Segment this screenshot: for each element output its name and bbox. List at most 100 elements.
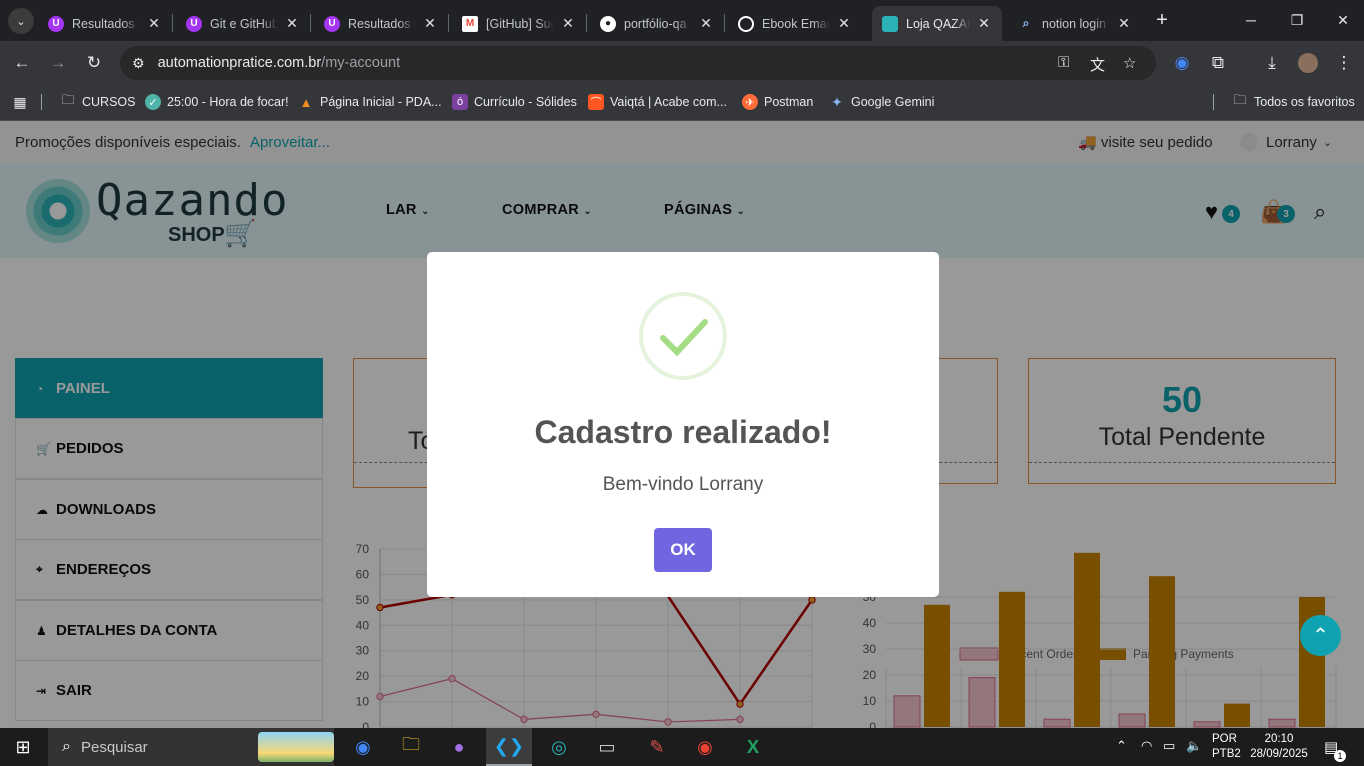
- minimize-button[interactable]: ─: [1236, 8, 1266, 32]
- excel-icon[interactable]: X: [730, 728, 776, 766]
- dialog-title: Cadastro realizado!: [534, 414, 832, 450]
- browser-toolbar: ← → ↻ ⚙ automationpratice.com.br/my-acco…: [0, 41, 1364, 84]
- time: 20:10: [1264, 733, 1294, 745]
- tab-3[interactable]: U Resultados d ✕: [314, 6, 448, 41]
- extension-shazam-icon[interactable]: ◉: [1168, 49, 1196, 77]
- github-icon: ●: [600, 15, 616, 32]
- close-icon[interactable]: ✕: [976, 15, 992, 32]
- windows-taskbar: ⊞ ⌕ Pesquisar ◉ 🗀 ● ❮❯ ◎ ▭ ✎ ◉ X ⌃ ◠ ▭ 🔈…: [0, 728, 1364, 766]
- tab-2[interactable]: U Git e GitHub ✕: [176, 6, 310, 41]
- bookmark-label: Currículo - Sólides: [474, 95, 577, 109]
- close-icon[interactable]: ✕: [146, 15, 162, 32]
- chatgpt-icon: [738, 15, 754, 32]
- apps-icon[interactable]: ▦: [12, 92, 34, 112]
- notification-badge: 1: [1334, 750, 1346, 762]
- star-icon[interactable]: ☆: [1123, 54, 1136, 72]
- language-indicator[interactable]: POR PTB2: [1212, 732, 1241, 762]
- bookmark-label: Vaiqtá | Acabe com...: [610, 95, 727, 109]
- volume-icon[interactable]: 🔈: [1186, 738, 1202, 754]
- github-desktop-icon[interactable]: ●: [436, 728, 482, 766]
- tab-title: Resultados d: [348, 16, 416, 31]
- tab-search-button[interactable]: ⌄: [8, 8, 34, 34]
- success-check-icon: [639, 292, 727, 380]
- all-bookmarks[interactable]: 🗀 Todos os favoritos: [1232, 92, 1354, 112]
- tab-1[interactable]: U Resultados d ✕: [38, 6, 172, 41]
- close-icon[interactable]: ✕: [284, 15, 300, 32]
- back-button[interactable]: ←: [8, 49, 36, 77]
- close-icon[interactable]: ✕: [836, 15, 852, 32]
- close-icon[interactable]: ✕: [698, 15, 714, 32]
- battery-icon[interactable]: ▭: [1163, 738, 1175, 754]
- solides-icon: ó: [452, 94, 468, 110]
- bookmark-label: Google Gemini: [851, 95, 935, 109]
- date: 28/09/2025: [1250, 748, 1308, 760]
- tab-7-active[interactable]: Loja QAZAN ✕: [872, 6, 1002, 41]
- download-icon[interactable]: ⤓: [1258, 49, 1286, 77]
- ok-button[interactable]: OK: [654, 528, 712, 572]
- tab-title: Loja QAZAN: [906, 16, 970, 31]
- bookmark-label: 25:00 - Hora de focar!: [167, 95, 289, 109]
- scroll-to-top-button[interactable]: ⌃: [1300, 615, 1341, 656]
- profile-avatar[interactable]: [1294, 49, 1322, 77]
- vaiqta-icon: ⌒: [588, 94, 604, 110]
- forward-button[interactable]: →: [44, 49, 72, 77]
- tab-title: Git e GitHub: [210, 16, 278, 31]
- paint-icon[interactable]: ✎: [634, 728, 680, 766]
- gemini-icon: ✦: [831, 93, 843, 110]
- search-icon: ⌕: [62, 738, 71, 755]
- tab-title: portfólio-qa: [624, 16, 687, 31]
- network-icon[interactable]: ◠: [1141, 738, 1152, 754]
- close-icon[interactable]: ✕: [560, 15, 576, 32]
- chrome-icon[interactable]: ◉: [340, 728, 386, 766]
- udemy-icon: U: [186, 15, 202, 32]
- translate-icon[interactable]: 文: [1090, 54, 1105, 75]
- taskbar-search[interactable]: ⌕ Pesquisar: [48, 728, 334, 766]
- tab-5[interactable]: ● portfólio-qa ✕: [590, 6, 724, 41]
- menu-icon[interactable]: ⋮: [1330, 49, 1358, 77]
- bookmark-label: Página Inicial - PDA...: [320, 95, 442, 109]
- new-tab-button[interactable]: +: [1150, 8, 1174, 32]
- restore-button[interactable]: ❐: [1282, 8, 1312, 32]
- bookmark-postman[interactable]: ✈ Postman: [742, 92, 813, 112]
- tab-title: Ebook Emag: [762, 16, 830, 31]
- check-circle-icon: ✓: [145, 94, 161, 110]
- chrome-icon-2[interactable]: ◉: [682, 728, 728, 766]
- folder-icon: 🗀: [1233, 92, 1247, 107]
- close-window-button[interactable]: ✕: [1328, 8, 1358, 32]
- gmail-icon: M: [462, 15, 478, 32]
- postman-icon: ✈: [742, 94, 758, 110]
- chevron-up-icon[interactable]: ⌃: [1116, 738, 1127, 754]
- bookmark-vaiqta[interactable]: ⌒ Vaiqtá | Acabe com...: [588, 92, 727, 112]
- tab-8[interactable]: ⌕ notion login ✕: [1008, 6, 1142, 41]
- browser-tab-strip: ⌄ U Resultados d ✕ U Git e GitHub ✕ U Re…: [0, 0, 1364, 41]
- bookmark-cursos[interactable]: 🗀 CURSOS: [60, 92, 135, 112]
- windows-start-icon[interactable]: ⊞: [0, 728, 46, 766]
- bookmark-gemini[interactable]: ✦ Google Gemini: [829, 92, 934, 112]
- vscode-icon[interactable]: ❮❯: [486, 728, 532, 766]
- tab-title: notion login: [1042, 16, 1106, 31]
- pda-icon: ▲: [299, 94, 313, 110]
- close-icon[interactable]: ✕: [422, 15, 438, 32]
- extensions-icon[interactable]: ⧉: [1204, 49, 1232, 77]
- dialog-text: Bem-vindo Lorrany: [602, 474, 764, 495]
- site-info-icon[interactable]: ⚙: [132, 55, 145, 72]
- tab-6[interactable]: Ebook Emag ✕: [728, 6, 862, 41]
- chrome-profile-icon[interactable]: ◎: [536, 728, 582, 766]
- bookmark-pda[interactable]: ▲ Página Inicial - PDA...: [298, 92, 442, 112]
- bookmark-solides[interactable]: ó Currículo - Sólides: [452, 92, 577, 112]
- search-highlight-image: [258, 732, 334, 762]
- terminal-icon[interactable]: ▭: [584, 728, 630, 766]
- close-icon[interactable]: ✕: [1116, 15, 1132, 32]
- bookmark-label: CURSOS: [82, 95, 136, 109]
- udemy-icon: U: [48, 15, 64, 32]
- tab-title: [GitHub] Suc: [486, 16, 554, 31]
- file-explorer-icon[interactable]: 🗀: [388, 728, 434, 766]
- tab-4[interactable]: M [GitHub] Suc ✕: [452, 6, 586, 41]
- bookmark-pomodoro[interactable]: ✓ 25:00 - Hora de focar!: [145, 92, 289, 112]
- url-host: automationpratice.com.br: [157, 55, 322, 71]
- clock[interactable]: 20:10 28/09/2025: [1248, 732, 1310, 762]
- address-bar[interactable]: ⚙ automationpratice.com.br/my-account ⚿ …: [120, 46, 1156, 80]
- reload-button[interactable]: ↻: [80, 49, 108, 77]
- bookmarks-bar: ▦ 🗀 CURSOS ✓ 25:00 - Hora de focar! ▲ Págin…: [0, 84, 1364, 121]
- key-icon[interactable]: ⚿: [1058, 54, 1069, 71]
